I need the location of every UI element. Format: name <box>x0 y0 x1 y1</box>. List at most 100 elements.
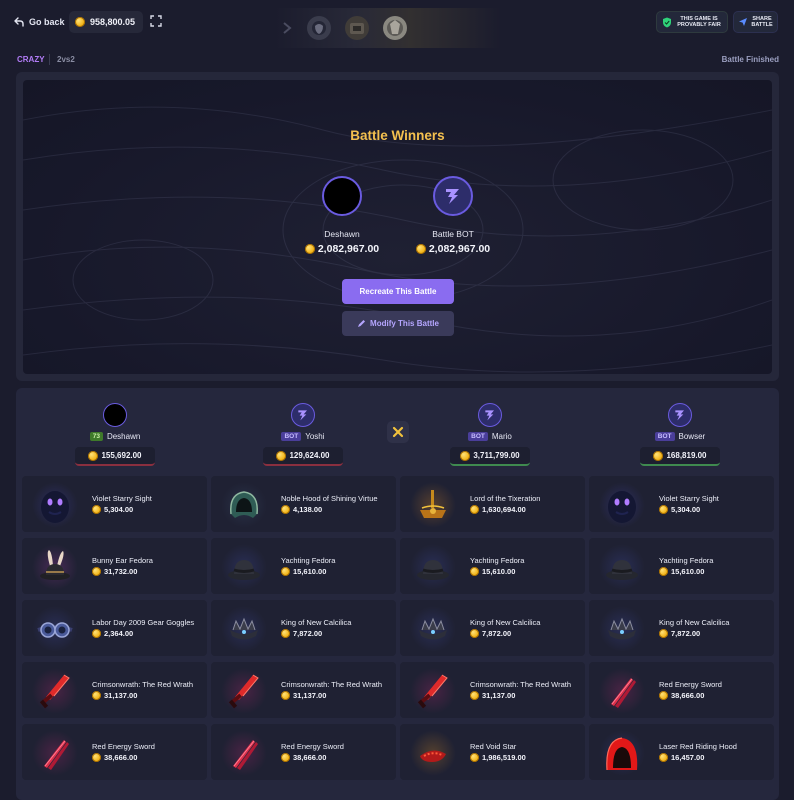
modify-label: Modify This Battle <box>370 319 439 328</box>
player-name-row: BOT Mario <box>435 432 545 441</box>
bunny-fedora-icon <box>32 544 78 590</box>
item-value-text: 31,137.00 <box>482 691 516 700</box>
fullscreen-icon[interactable] <box>150 15 162 27</box>
bot-logo-icon <box>446 189 459 204</box>
item-name: Red Energy Sword <box>281 742 344 751</box>
item-value-text: 31,137.00 <box>104 691 138 700</box>
coin-icon <box>470 629 479 638</box>
player-column: BOT Bowser 168,819.00 <box>625 403 735 466</box>
crown-icon <box>410 606 456 652</box>
winners-title: Battle Winners <box>350 128 445 143</box>
item-value-text: 7,872.00 <box>293 629 323 638</box>
item-card[interactable]: Yachting Fedora 15,610.00 <box>400 538 585 594</box>
item-value-text: 15,610.00 <box>482 567 516 576</box>
player-total-value: 129,624.00 <box>289 451 330 460</box>
item-value-text: 16,457.00 <box>671 753 705 762</box>
coin-icon <box>92 629 101 638</box>
violet-eyes-icon <box>32 482 78 528</box>
item-value: 31,137.00 <box>281 691 326 700</box>
item-card[interactable]: Violet Starry Sight 5,304.00 <box>22 476 207 532</box>
item-value-text: 4,138.00 <box>293 505 323 514</box>
item-card[interactable]: Violet Starry Sight 5,304.00 <box>589 476 774 532</box>
player-name-row: BOT Bowser <box>625 432 735 441</box>
modify-battle-button[interactable]: Modify This Battle <box>342 311 454 336</box>
fedora-icon <box>410 544 456 590</box>
coin-icon <box>281 691 290 700</box>
coin-icon <box>659 567 668 576</box>
coin-icon <box>281 753 290 762</box>
item-value: 7,872.00 <box>281 629 322 638</box>
team-swords-icon <box>387 421 409 443</box>
item-card[interactable]: Labor Day 2009 Gear Goggles 2,364.00 <box>22 600 207 656</box>
pencil-icon <box>358 320 366 327</box>
item-name: Crimsonwrath: The Red Wrath <box>281 680 383 689</box>
item-card[interactable]: Noble Hood of Shining Virtue 4,138.00 <box>211 476 396 532</box>
coin-icon <box>92 505 101 514</box>
hood-icon <box>221 482 267 528</box>
player-total-value: 3,711,799.00 <box>473 451 520 460</box>
go-back-button[interactable]: Go back <box>14 13 65 31</box>
item-card[interactable]: Red Void Star 1,986,519.00 <box>400 724 585 780</box>
item-card[interactable]: Yachting Fedora 15,610.00 <box>589 538 774 594</box>
energy-sword-icon <box>32 730 78 776</box>
item-card[interactable]: King of New Calcilica 7,872.00 <box>589 600 774 656</box>
item-card[interactable]: Yachting Fedora 15,610.00 <box>211 538 396 594</box>
item-value: 4,138.00 <box>281 505 322 514</box>
item-card[interactable]: Bunny Ear Fedora 31,732.00 <box>22 538 207 594</box>
item-card[interactable]: Red Energy Sword 38,666.00 <box>22 724 207 780</box>
coin-icon <box>460 450 471 461</box>
item-value-text: 7,872.00 <box>671 629 701 638</box>
item-card[interactable]: Red Energy Sword 38,666.00 <box>211 724 396 780</box>
fedora-icon <box>221 544 267 590</box>
share-label-line2: BATTLE <box>751 22 773 28</box>
item-card[interactable]: King of New Calcilica 7,872.00 <box>211 600 396 656</box>
item-card[interactable]: Crimsonwrath: The Red Wrath 31,137.00 <box>400 662 585 718</box>
bot-badge: BOT <box>654 432 675 441</box>
battle-status: Battle Finished <box>721 55 779 64</box>
bot-logo-icon <box>675 410 684 421</box>
case-arrow-icon <box>281 14 295 42</box>
item-value-text: 38,666.00 <box>671 691 705 700</box>
item-card[interactable]: King of New Calcilica 7,872.00 <box>400 600 585 656</box>
item-card[interactable]: Laser Red Riding Hood 16,457.00 <box>589 724 774 780</box>
recreate-battle-button[interactable]: Recreate This Battle <box>342 279 454 304</box>
coin-icon <box>92 753 101 762</box>
avatar <box>433 176 473 216</box>
coin-icon <box>470 753 479 762</box>
share-battle-button[interactable]: SHARE BATTLE <box>733 11 778 33</box>
case-strip <box>275 8 500 48</box>
item-value: 31,137.00 <box>470 691 515 700</box>
item-value: 38,666.00 <box>281 753 326 762</box>
balance-display: 958,800.05 <box>69 11 144 33</box>
item-card[interactable]: Red Energy Sword 38,666.00 <box>589 662 774 718</box>
item-card[interactable]: Lord of the Tixeration 1,630,694.00 <box>400 476 585 532</box>
item-name: Yachting Fedora <box>281 556 336 565</box>
balance-value: 958,800.05 <box>90 17 136 27</box>
fair-label-line2: PROVABLY FAIR <box>677 22 721 28</box>
top-bar: Go back 958,800.05 THIS GAME IS PROVABLY… <box>0 0 794 48</box>
players-row: 73 Deshawn 155,692.00 BOT Yoshi 129,624.… <box>16 388 779 472</box>
bot-logo-icon <box>485 410 494 421</box>
coin-icon <box>92 567 101 576</box>
coin-icon <box>470 691 479 700</box>
item-value: 15,610.00 <box>470 567 515 576</box>
item-value: 7,872.00 <box>659 629 700 638</box>
avatar <box>668 403 692 427</box>
goggles-icon <box>32 606 78 652</box>
item-value: 1,630,694.00 <box>470 505 526 514</box>
energy-sword-icon <box>599 668 645 714</box>
back-arrow-icon <box>14 17 24 27</box>
item-card[interactable]: Crimsonwrath: The Red Wrath 31,137.00 <box>22 662 207 718</box>
provably-fair-button[interactable]: THIS GAME IS PROVABLY FAIR <box>656 11 728 33</box>
item-value-text: 38,666.00 <box>293 753 327 762</box>
player-total-value: 168,819.00 <box>666 451 707 460</box>
player-total-value: 155,692.00 <box>101 451 142 460</box>
avatar <box>103 403 127 427</box>
player-column: BOT Yoshi 129,624.00 <box>248 403 358 466</box>
item-value: 2,364.00 <box>92 629 133 638</box>
item-value-text: 5,304.00 <box>104 505 134 514</box>
item-card[interactable]: Crimsonwrath: The Red Wrath 31,137.00 <box>211 662 396 718</box>
player-column: 73 Deshawn 155,692.00 <box>60 403 170 466</box>
item-value-text: 31,732.00 <box>104 567 138 576</box>
battle-format: 2vs2 <box>57 55 75 64</box>
